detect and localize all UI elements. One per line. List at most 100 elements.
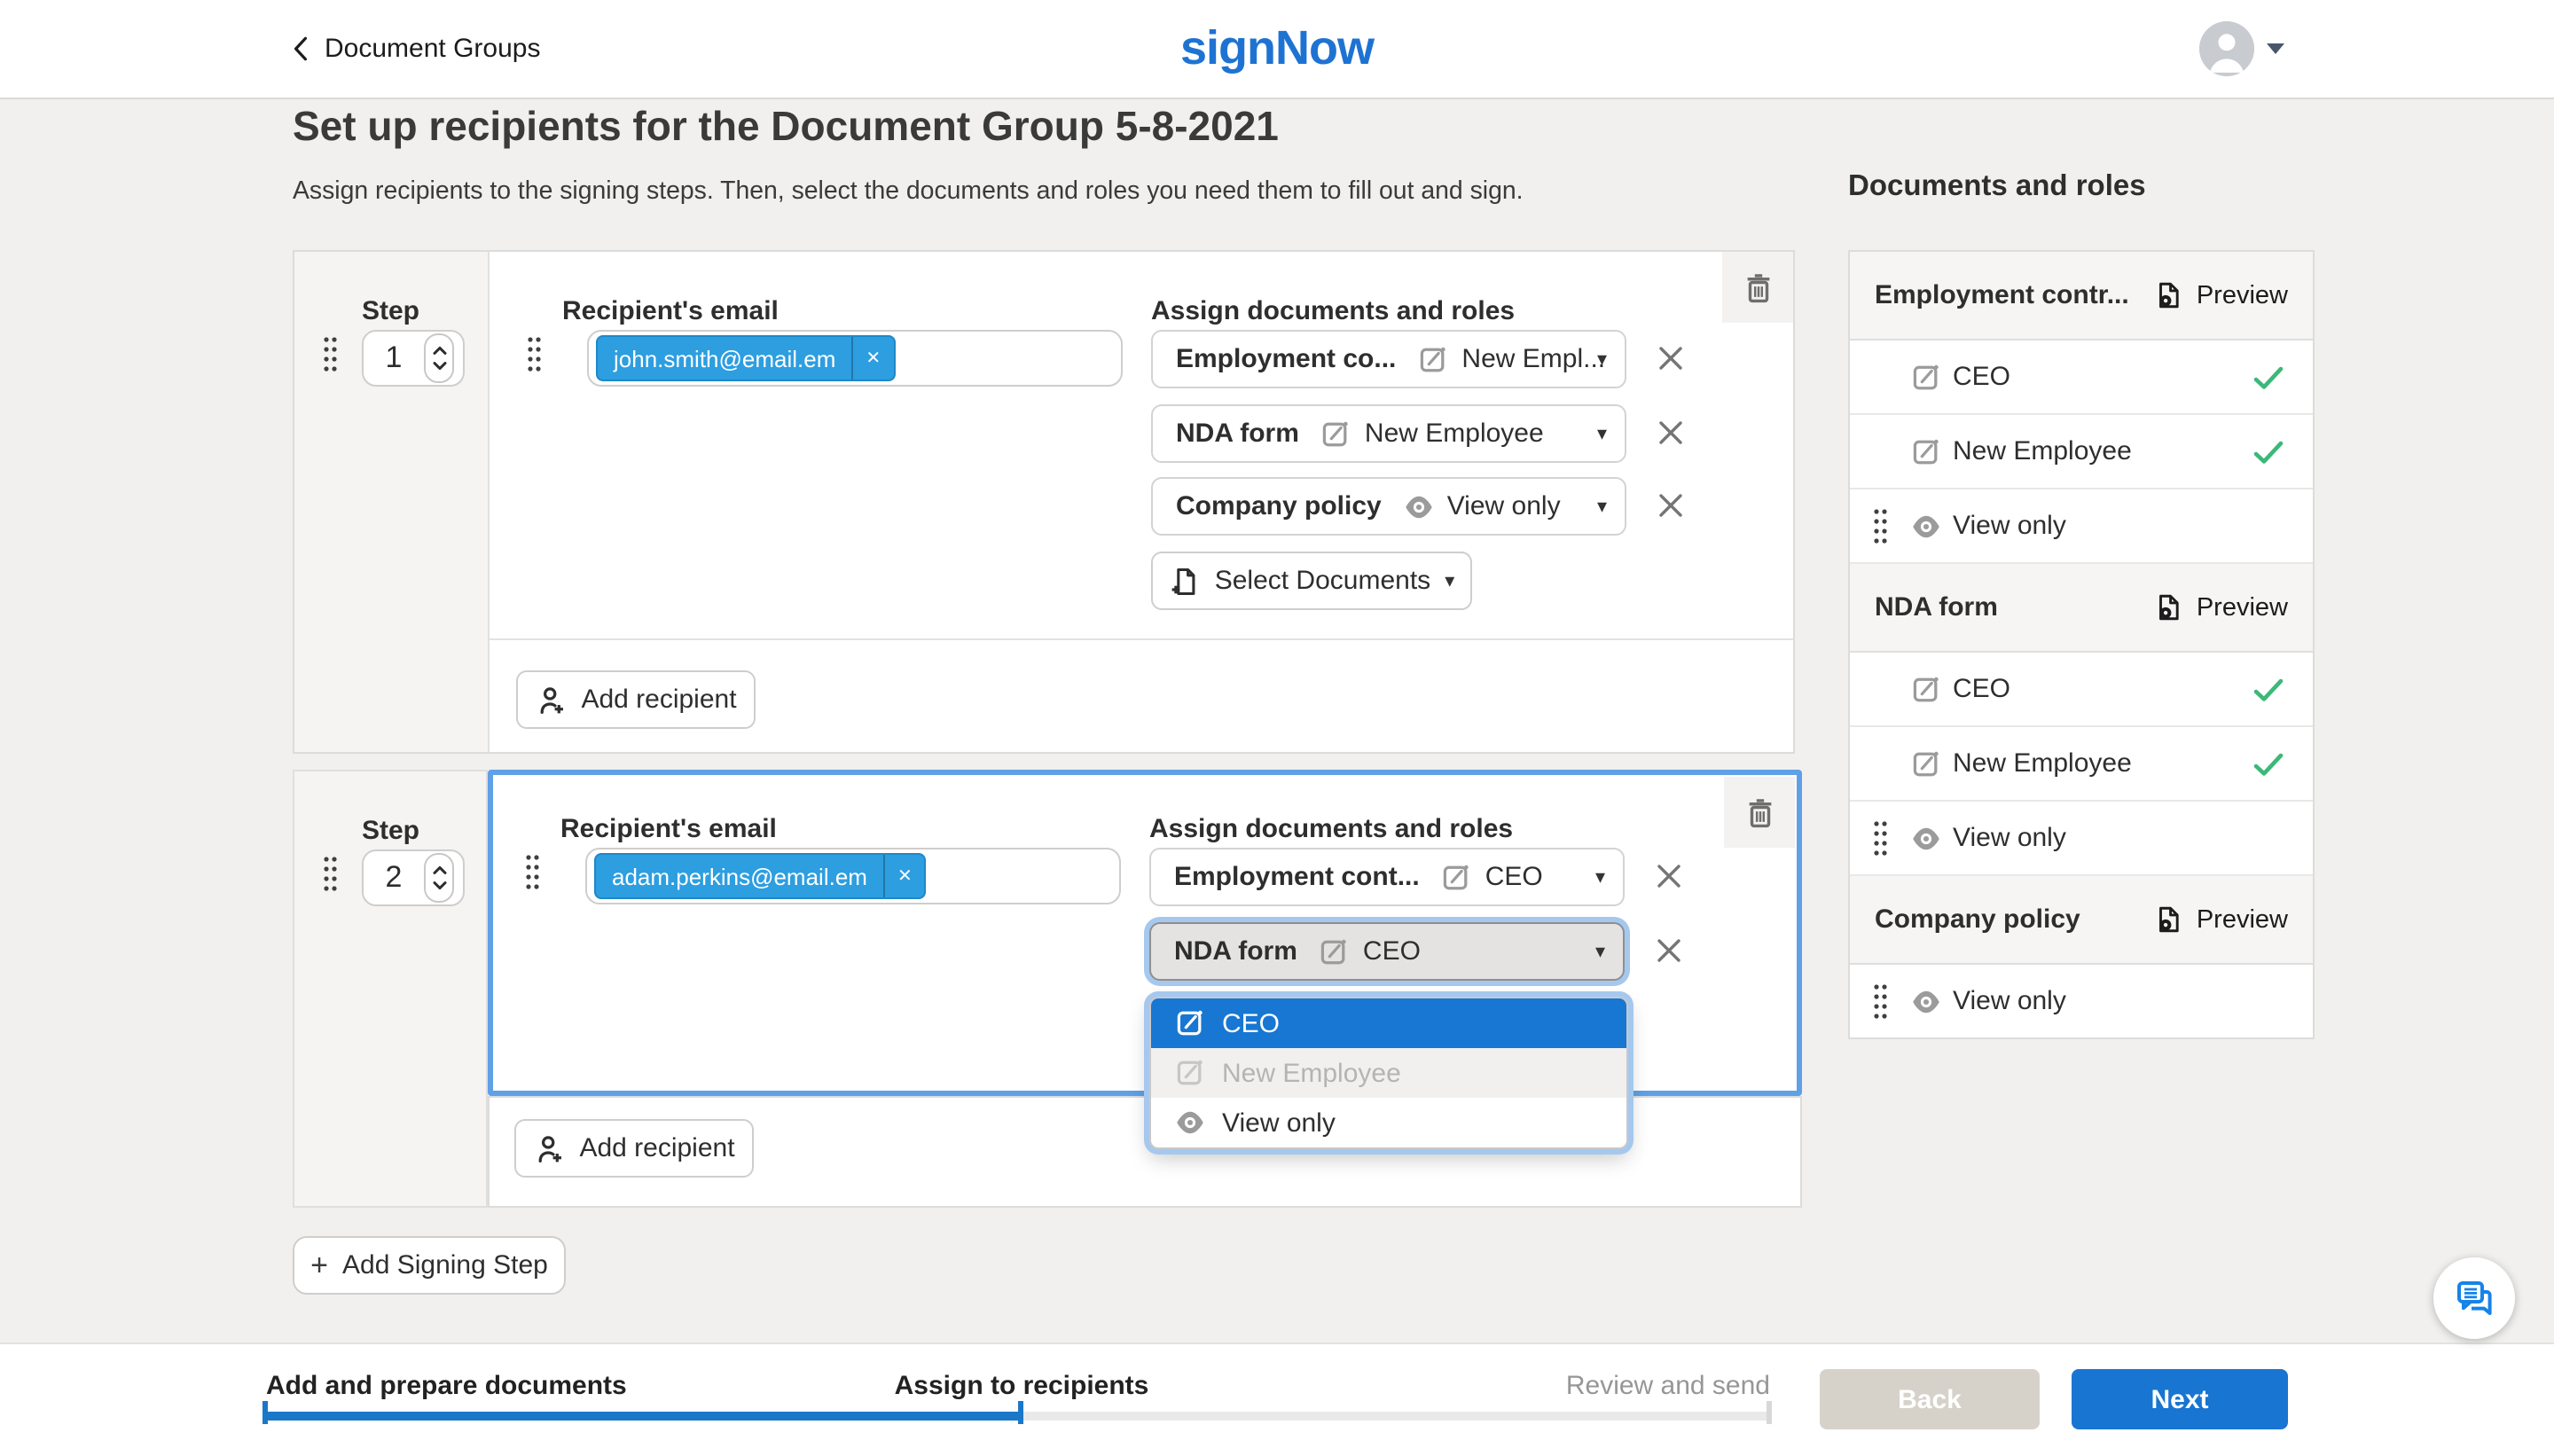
add-recipient-button[interactable]: Add recipient: [514, 1119, 754, 1178]
add-recipient-label: Add recipient: [579, 1133, 734, 1163]
pencil-square-icon: [1910, 673, 1942, 705]
document-section-header: Employment contr... Preview: [1850, 252, 2313, 341]
back-button[interactable]: Back: [1820, 1369, 2040, 1429]
document-role-select[interactable]: Company policy View only ▾: [1151, 477, 1626, 536]
pencil-square-icon: [1174, 1007, 1206, 1039]
dropdown-option-view-only[interactable]: View only: [1151, 1098, 1626, 1147]
avatar: [2199, 21, 2254, 76]
role-label: New Employee: [1953, 748, 2132, 779]
delete-step-button[interactable]: [1722, 252, 1793, 323]
remove-document-role-button[interactable]: [1655, 862, 1683, 890]
select-documents-label: Select Documents: [1215, 566, 1430, 596]
add-recipient-button[interactable]: Add recipient: [516, 670, 756, 729]
email-chip-remove-icon[interactable]: ✕: [851, 337, 893, 380]
document-name: Employment contr...: [1875, 280, 2154, 310]
add-signing-step-button[interactable]: + Add Signing Step: [293, 1236, 566, 1295]
account-caret-icon: [2267, 43, 2284, 55]
role-name: New Empl...: [1461, 344, 1605, 374]
check-icon: [2252, 677, 2284, 701]
email-chip-remove-icon[interactable]: ✕: [883, 855, 925, 897]
chat-bubbles-icon: [2453, 1277, 2495, 1319]
preview-link[interactable]: Preview: [2154, 592, 2288, 622]
document-plus-icon: [1169, 565, 1201, 597]
document-section-header: NDA form Preview: [1850, 564, 2313, 653]
role-dropdown-menu: CEO New Employee View only: [1149, 997, 1628, 1149]
plus-icon: +: [310, 1248, 328, 1283]
preview-label: Preview: [2197, 593, 2288, 622]
pencil-square-icon: [1441, 861, 1473, 893]
progress-bar-fill: [266, 1412, 1022, 1421]
role-label: View only: [1953, 823, 2066, 853]
remove-document-role-button[interactable]: [1657, 491, 1685, 520]
document-preview-icon: [2154, 904, 2184, 935]
recipient-drag-handle[interactable]: [525, 853, 541, 892]
pencil-square-icon: [1319, 935, 1351, 967]
account-menu[interactable]: [2199, 0, 2284, 98]
remove-document-role-button[interactable]: [1657, 419, 1685, 447]
role-drag-handle[interactable]: [1873, 982, 1889, 1021]
dropdown-option-ceo[interactable]: CEO: [1151, 998, 1626, 1048]
step-number-stepper[interactable]: 2: [362, 849, 465, 906]
documents-and-roles-heading: Documents and roles: [1848, 170, 2146, 204]
check-icon: [2252, 439, 2284, 464]
preview-link[interactable]: Preview: [2154, 904, 2288, 935]
app-root: Document Groups signNow Set up recipient…: [0, 0, 2554, 1454]
recipient-drag-handle[interactable]: [527, 335, 543, 374]
role-row: View only: [1850, 489, 2313, 564]
email-chip-text: adam.perkins@email.em: [596, 863, 883, 889]
option-label: New Employee: [1222, 1058, 1401, 1088]
recipient-email-input[interactable]: john.smith@email.em ✕: [587, 330, 1123, 387]
document-preview-icon: [2154, 280, 2184, 310]
caret-down-icon: ▾: [1597, 495, 1607, 518]
role-drag-handle[interactable]: [1873, 506, 1889, 545]
eye-icon: [1403, 490, 1435, 522]
select-documents-button[interactable]: Select Documents ▾: [1151, 552, 1472, 610]
assign-documents-label: Assign documents and roles: [1151, 296, 1515, 326]
role-drag-handle[interactable]: [1873, 818, 1889, 857]
pencil-square-icon: [1910, 435, 1942, 467]
dropdown-option-new-employee[interactable]: New Employee: [1151, 1048, 1626, 1098]
role-name: New Employee: [1365, 419, 1544, 449]
step-drag-handle[interactable]: [323, 855, 339, 894]
role-label: View only: [1953, 511, 2066, 541]
signing-step-card-1: Step 1 Recipient's email john.smith@emai…: [293, 250, 1795, 754]
next-button[interactable]: Next: [2072, 1369, 2288, 1429]
document-role-select[interactable]: NDA form New Employee ▾: [1151, 404, 1626, 463]
check-icon: [2252, 364, 2284, 389]
delete-step-button[interactable]: [1724, 777, 1795, 848]
stage-assign-to-recipients: Assign to recipients: [895, 1371, 1149, 1401]
role-row: CEO: [1850, 653, 2313, 727]
documents-and-roles-panel: Employment contr... Preview CEO New Empl…: [1848, 250, 2315, 1039]
remove-document-role-button[interactable]: [1657, 344, 1685, 372]
option-label: CEO: [1222, 1008, 1280, 1038]
eye-icon: [1910, 985, 1942, 1017]
page-title: Set up recipients for the Document Group…: [293, 103, 1279, 151]
person-plus-icon: [535, 684, 567, 716]
document-name: Company policy: [1176, 491, 1382, 521]
step-spinner-buttons[interactable]: [424, 333, 454, 383]
document-name: Employment cont...: [1174, 862, 1420, 892]
preview-label: Preview: [2197, 281, 2288, 309]
recipients-email-label: Recipient's email: [562, 296, 779, 326]
option-label: View only: [1222, 1108, 1336, 1138]
step-drag-handle[interactable]: [323, 335, 339, 374]
step-column: Step 1: [294, 252, 490, 752]
recipient-email-input[interactable]: adam.perkins@email.em ✕: [585, 848, 1121, 904]
progress-tick: [1767, 1401, 1772, 1424]
document-role-select[interactable]: Employment co... New Empl... ▾: [1151, 330, 1626, 388]
document-role-select[interactable]: Employment cont... CEO ▾: [1149, 848, 1625, 906]
check-icon: [2252, 751, 2284, 776]
step-spinner-buttons[interactable]: [424, 853, 454, 903]
document-role-select-focused[interactable]: NDA form CEO ▾: [1149, 922, 1625, 981]
role-row: View only: [1850, 965, 2313, 1037]
person-plus-icon: [533, 1132, 565, 1164]
add-recipient-label: Add recipient: [581, 685, 736, 715]
preview-link[interactable]: Preview: [2154, 280, 2288, 310]
step-number-stepper[interactable]: 1: [362, 330, 465, 387]
support-chat-button[interactable]: [2433, 1257, 2515, 1339]
step-number-value: 2: [364, 860, 424, 896]
email-chip: adam.perkins@email.em ✕: [594, 853, 927, 899]
remove-document-role-button[interactable]: [1655, 936, 1683, 965]
recipients-email-label: Recipient's email: [560, 814, 777, 844]
top-header: Document Groups signNow: [0, 0, 2554, 99]
